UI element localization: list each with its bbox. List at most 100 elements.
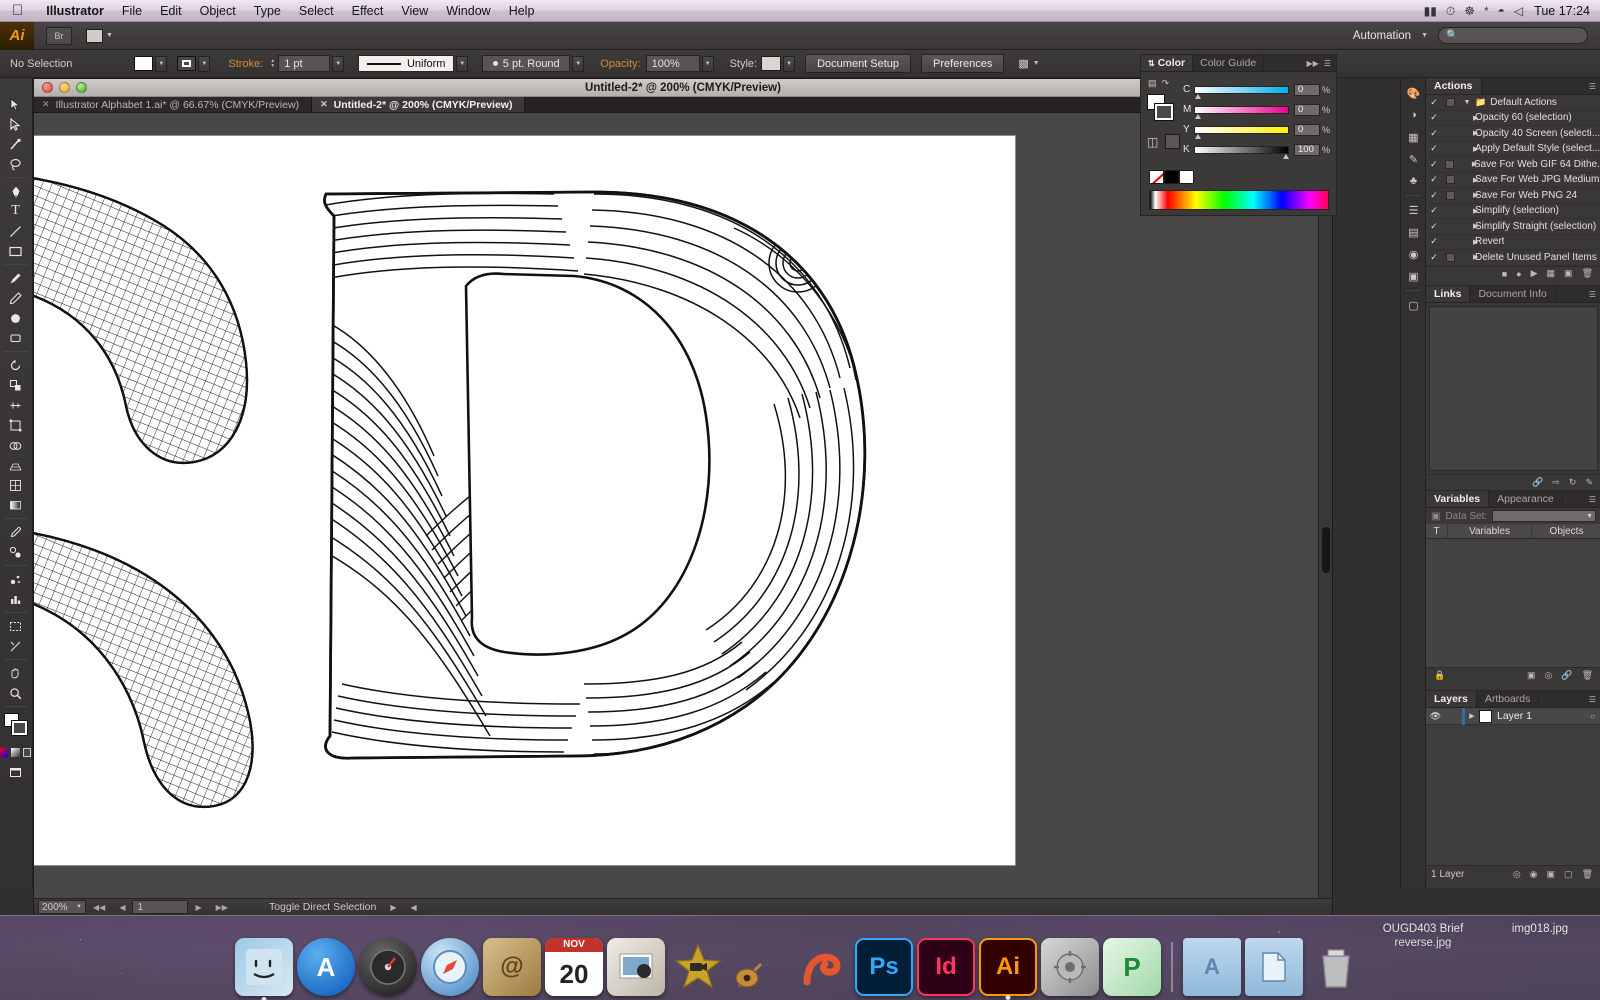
dock-documents-folder-icon[interactable] bbox=[1245, 938, 1303, 996]
new-action-icon[interactable]: ▣ bbox=[1564, 268, 1573, 279]
chevron-right-icon[interactable]: ▶ bbox=[1459, 253, 1478, 261]
magic-wand-tool[interactable] bbox=[0, 134, 31, 154]
panel-menu-icon[interactable]: ☰ bbox=[1589, 286, 1600, 302]
stroke-dropdown-icon[interactable]: ▼ bbox=[198, 55, 211, 72]
dock-illustrator-icon[interactable]: Ai bbox=[979, 938, 1037, 1000]
action-modal-box[interactable] bbox=[1442, 190, 1459, 200]
menu-clock[interactable]: Tue 17:24 bbox=[1532, 4, 1590, 18]
actions-row-apply-default-style[interactable]: ✓ ▶ Apply Default Style (select... bbox=[1426, 142, 1600, 157]
actions-list[interactable]: ✓ ▼ 📁 Default Actions ✓ ▶ Opacity 60 (se… bbox=[1426, 95, 1600, 266]
make-visibility-dynamic-icon[interactable]: ◎ bbox=[1544, 670, 1552, 681]
action-checkbox[interactable]: ✓ bbox=[1426, 174, 1442, 185]
fill-stroke-swatches[interactable] bbox=[0, 710, 31, 742]
action-checkbox[interactable]: ✓ bbox=[1426, 97, 1442, 108]
create-sublayer-icon[interactable]: ▣ bbox=[1547, 869, 1556, 880]
rectangle-tool[interactable] bbox=[0, 241, 31, 261]
panel-menu-icon[interactable]: ☰ bbox=[1324, 59, 1331, 68]
free-transform-tool[interactable] bbox=[0, 415, 31, 435]
data-set-select[interactable]: ▼ bbox=[1492, 510, 1596, 522]
dock-preview-icon[interactable] bbox=[793, 938, 851, 996]
action-checkbox[interactable]: ✓ bbox=[1426, 128, 1442, 139]
color-guide-icon[interactable]: ◑ bbox=[1401, 104, 1426, 126]
zoom-tool[interactable] bbox=[0, 683, 31, 703]
chevron-right-icon[interactable]: ▶ bbox=[1459, 114, 1478, 122]
layers-list-area[interactable] bbox=[1426, 725, 1600, 865]
opacity-dropdown-icon[interactable]: ▼ bbox=[701, 55, 714, 72]
color-panel[interactable]: ⇅ Color Color Guide ▶▶ ☰ ▤ ↷ ◫ C 0 % M 0… bbox=[1140, 54, 1337, 216]
zoom-level-field[interactable]: 200% ▼ bbox=[38, 900, 86, 914]
slider-value-m[interactable]: 0 bbox=[1294, 103, 1320, 116]
stroke-cap-select[interactable]: 5 pt. Round bbox=[482, 55, 571, 72]
action-checkbox[interactable]: ✓ bbox=[1426, 159, 1441, 170]
tab-variables[interactable]: Variables bbox=[1426, 491, 1490, 507]
page-number-field[interactable]: 1 bbox=[132, 900, 189, 914]
actions-row-save-web-gif-64[interactable]: ✓ ▶ Save For Web GIF 64 Dithe... bbox=[1426, 157, 1600, 173]
menu-window[interactable]: Window bbox=[437, 0, 499, 22]
chevron-down-icon[interactable]: ▼ bbox=[1459, 99, 1475, 106]
dock-app-store-icon[interactable]: A bbox=[297, 938, 355, 996]
action-checkbox[interactable]: ✓ bbox=[1426, 236, 1442, 247]
tab-layers[interactable]: Layers bbox=[1426, 691, 1477, 707]
actions-row-save-web-jpg-medium[interactable]: ✓ ▶ Save For Web JPG Medium bbox=[1426, 173, 1600, 188]
clock-icon[interactable]: ⏱ bbox=[1446, 5, 1455, 17]
workspace-switcher-label[interactable]: Automation bbox=[1353, 30, 1411, 42]
screen-mode-button[interactable] bbox=[0, 762, 31, 782]
record-icon[interactable]: ● bbox=[1516, 269, 1521, 279]
chevron-right-icon[interactable]: ▶ bbox=[1459, 222, 1478, 230]
pen-tool[interactable] bbox=[0, 181, 31, 201]
default-fill-stroke-icon[interactable]: ↷ bbox=[1162, 78, 1170, 89]
dock-garageband-icon[interactable] bbox=[731, 938, 789, 996]
width-tool[interactable] bbox=[0, 395, 31, 415]
actions-row-opacity-40-screen[interactable]: ✓ ▶ Opacity 40 Screen (selecti... bbox=[1426, 126, 1600, 142]
dock-applications-folder-icon[interactable]: A bbox=[1183, 938, 1241, 996]
layer-target-icon[interactable]: ○ bbox=[1590, 712, 1600, 721]
stroke-profile-select[interactable]: Uniform bbox=[358, 55, 455, 72]
dock-safari-icon[interactable] bbox=[421, 938, 479, 996]
action-checkbox[interactable]: ✓ bbox=[1426, 112, 1442, 123]
new-set-icon[interactable]: ▦ bbox=[1547, 268, 1556, 279]
status-resize-icon[interactable]: ◀ bbox=[396, 903, 416, 912]
dock-powerpoint-icon[interactable]: P bbox=[1103, 938, 1161, 996]
chevron-right-icon[interactable]: ▶ bbox=[1459, 176, 1478, 184]
make-clipping-mask-icon[interactable]: ◉ bbox=[1530, 869, 1538, 880]
document-tab-untitled-2[interactable]: ✕ Untitled-2* @ 200% (CMYK/Preview) bbox=[312, 97, 526, 112]
slider-c[interactable]: C 0 % bbox=[1183, 83, 1335, 99]
paintbrush-tool[interactable] bbox=[0, 268, 31, 288]
action-checkbox[interactable]: ✓ bbox=[1426, 190, 1442, 201]
tab-document-info[interactable]: Document Info bbox=[1470, 286, 1556, 302]
document-setup-button[interactable]: Document Setup bbox=[805, 54, 912, 73]
chevron-right-icon[interactable]: ▶ bbox=[1459, 129, 1478, 137]
color-panel-proxy-icons[interactable]: ▤ ↷ bbox=[1148, 78, 1169, 89]
panel-menu-icon[interactable]: ☰ bbox=[1589, 78, 1600, 94]
toolbar-stroke-swatch[interactable] bbox=[12, 721, 27, 735]
page-nav-last[interactable]: ▶▶ bbox=[209, 903, 235, 912]
workspace-chevron-down-icon[interactable]: ▼ bbox=[1421, 32, 1428, 39]
slider-m[interactable]: M 0 % bbox=[1183, 103, 1335, 119]
zoom-dropdown-icon[interactable]: ▼ bbox=[76, 904, 82, 910]
line-segment-tool[interactable] bbox=[0, 221, 31, 241]
pencil-tool[interactable] bbox=[0, 288, 31, 308]
unbind-variable-icon[interactable]: 🔗 bbox=[1561, 670, 1572, 681]
none-mode-icon[interactable] bbox=[22, 747, 31, 757]
graphic-style-swatch[interactable] bbox=[761, 56, 782, 71]
slider-track-c[interactable] bbox=[1194, 85, 1289, 99]
bluetooth-icon[interactable]: * bbox=[1484, 5, 1489, 17]
slider-value-c[interactable]: 0 bbox=[1294, 83, 1320, 96]
volume-icon[interactable]: ◁ bbox=[1514, 5, 1523, 17]
3d-cube-icon[interactable]: ◫ bbox=[1147, 135, 1158, 149]
color-spectrum-ramp[interactable] bbox=[1149, 190, 1329, 210]
stroke-weight-dropdown-icon[interactable]: ▼ bbox=[332, 55, 345, 72]
play-icon[interactable]: ▶ bbox=[1531, 268, 1538, 279]
symbol-sprayer-tool[interactable] bbox=[0, 569, 31, 589]
close-icon[interactable]: ✕ bbox=[42, 99, 50, 110]
new-layer-icon[interactable]: ▢ bbox=[1564, 869, 1573, 880]
chevron-right-icon[interactable]: ▶ bbox=[1459, 238, 1478, 246]
color-panel-mode-icons[interactable]: ◫ bbox=[1147, 134, 1181, 149]
document-tab-illustrator-alphabet[interactable]: ✕ Illustrator Alphabet 1.ai* @ 66.67% (C… bbox=[34, 97, 313, 112]
collapse-icon[interactable]: ▶▶ bbox=[1307, 59, 1319, 68]
stroke-cap-dropdown-icon[interactable]: ▼ bbox=[572, 55, 585, 72]
wifi-icon[interactable]: ◓ bbox=[1498, 5, 1505, 17]
canvas-vertical-scrollbar[interactable] bbox=[1318, 147, 1332, 899]
slider-marker-y[interactable] bbox=[1195, 133, 1201, 139]
blend-tool[interactable] bbox=[0, 542, 31, 562]
